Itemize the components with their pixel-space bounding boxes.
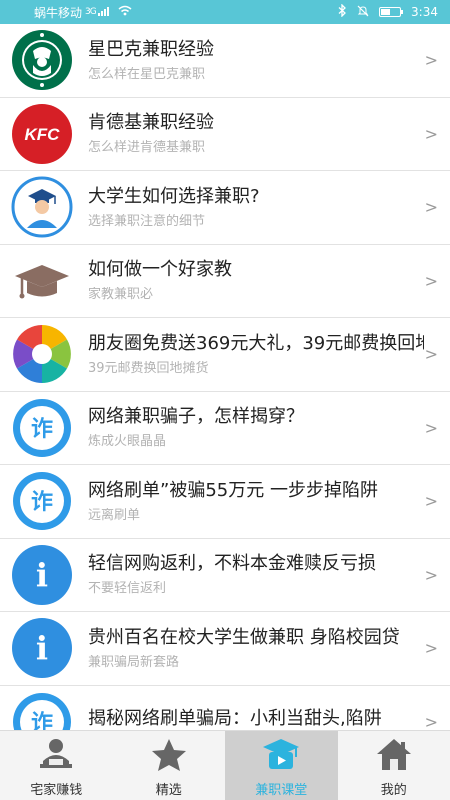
- info-badge-text: i: [36, 629, 48, 667]
- item-title: 星巴克兼职经验: [88, 38, 214, 60]
- chevron-right-icon: >: [424, 565, 438, 585]
- item-subtitle: 不要轻信返利: [88, 581, 167, 597]
- tab-label: 宅家赚钱: [30, 783, 83, 798]
- tab-featured[interactable]: 精选: [113, 731, 226, 800]
- scam-badge-text: 诈: [31, 417, 53, 442]
- chevron-right-icon: >: [424, 124, 438, 144]
- list-item[interactable]: KFC 肯德基兼职经验 怎么样进肯德基兼职 >: [0, 97, 450, 171]
- tab-label: 精选: [155, 783, 182, 798]
- mute-bell-icon: [357, 5, 369, 20]
- scam-badge-icon: 诈: [10, 396, 74, 460]
- list-item[interactable]: i 贵州百名在校大学生做兼职 身陷校园贷 兼职骗局新套路 >: [0, 612, 450, 686]
- video-class-icon: [261, 737, 301, 773]
- item-title: 如何做一个好家教: [88, 259, 232, 281]
- signal-bars-icon: [97, 5, 112, 19]
- wifi-icon: [118, 5, 132, 19]
- camera-aperture-icon: [10, 322, 74, 386]
- chevron-right-icon: >: [424, 418, 438, 438]
- list-item[interactable]: 诈 网络刷单”被骗55万元 一步步掉陷阱 远离刷单 >: [0, 465, 450, 539]
- scam-badge-text: 诈: [31, 490, 53, 515]
- chevron-right-icon: >: [424, 491, 438, 511]
- item-title: 贵州百名在校大学生做兼职 身陷校园贷: [88, 626, 400, 648]
- graduate-avatar-icon: [10, 175, 74, 239]
- tab-label: 兼职课堂: [255, 783, 308, 798]
- signal-indicator: 3G: [85, 7, 97, 17]
- list-item[interactable]: i 轻信网购返利，不料本金难赎反亏损 不要轻信返利 >: [0, 538, 450, 612]
- kfc-logo-text: KFC: [25, 125, 61, 144]
- tab-part-time-class[interactable]: 兼职课堂: [225, 731, 338, 800]
- item-subtitle: 39元邮费换回地摊货: [88, 360, 209, 376]
- tab-mine[interactable]: 我的: [338, 731, 450, 800]
- item-title: 网络兼职骗子，怎样揭穿？: [88, 406, 304, 428]
- chevron-right-icon: >: [424, 638, 438, 658]
- item-subtitle: 怎么样在星巴克兼职: [88, 66, 206, 82]
- chevron-right-icon: >: [424, 344, 438, 364]
- bottom-tab-bar: 宅家赚钱 精选 兼职课堂 我的: [0, 730, 450, 800]
- status-bar: 蜗牛移动 3G 3:34: [0, 0, 450, 24]
- list-item[interactable]: 大学生如何选择兼职? 选择兼职注意的细节 >: [0, 171, 450, 245]
- item-subtitle: 兼职骗局新套路: [88, 654, 180, 670]
- item-title: 大学生如何选择兼职?: [88, 185, 260, 207]
- info-icon: i: [10, 616, 74, 680]
- item-title: 网络刷单”被骗55万元 一步步掉陷阱: [88, 479, 378, 501]
- house-icon: [374, 737, 414, 773]
- kfc-logo-icon: KFC: [10, 102, 74, 166]
- scam-badge-text: 诈: [31, 711, 53, 730]
- chevron-right-icon: >: [424, 712, 438, 730]
- carrier-name: 蜗牛移动: [34, 5, 83, 20]
- info-icon: i: [10, 543, 74, 607]
- star-icon: [149, 737, 189, 773]
- home-worker-icon: [36, 737, 76, 773]
- battery-icon: [379, 7, 404, 17]
- item-title: 肯德基兼职经验: [88, 112, 214, 134]
- item-title: 揭秘网络刷单骗局：小利当甜头,陷阱: [88, 708, 382, 730]
- item-subtitle: 家教兼职必: [88, 287, 154, 303]
- item-subtitle: 炼成火眼晶晶: [88, 434, 167, 450]
- scam-badge-icon: 诈: [10, 690, 74, 730]
- chevron-right-icon: >: [424, 197, 438, 217]
- chevron-right-icon: >: [424, 271, 438, 291]
- starbucks-logo-icon: [10, 28, 74, 92]
- tab-home-earn[interactable]: 宅家赚钱: [0, 731, 113, 800]
- list-item[interactable]: 诈 网络兼职骗子，怎样揭穿？ 炼成火眼晶晶 >: [0, 391, 450, 465]
- list-item[interactable]: 星巴克兼职经验 怎么样在星巴克兼职 >: [0, 24, 450, 98]
- list-item[interactable]: 朋友圈免费送369元大礼，39元邮费换回地摊货 39元邮费换回地摊货 >: [0, 318, 450, 392]
- list-item[interactable]: 诈 揭秘网络刷单骗局：小利当甜头,陷阱 >: [0, 685, 450, 730]
- scam-badge-icon: 诈: [10, 469, 74, 533]
- item-title: 轻信网购返利，不料本金难赎反亏损: [88, 553, 376, 575]
- tab-label: 我的: [380, 783, 407, 798]
- info-badge-text: i: [36, 556, 48, 594]
- item-subtitle: 选择兼职注意的细节: [88, 213, 206, 229]
- article-list: 星巴克兼职经验 怎么样在星巴克兼职 > KFC 肯德基兼职经验 怎么样进肯德基兼…: [0, 24, 450, 730]
- item-title: 朋友圈免费送369元大礼，39元邮费换回地摊货: [88, 332, 424, 354]
- bluetooth-icon: [338, 3, 347, 20]
- item-subtitle: 怎么样进肯德基兼职: [88, 140, 206, 156]
- chevron-right-icon: >: [424, 50, 438, 70]
- list-item[interactable]: 如何做一个好家教 家教兼职必 >: [0, 244, 450, 318]
- item-subtitle: 远离刷单: [88, 507, 141, 523]
- clock: 3:34: [411, 5, 438, 19]
- graduation-cap-icon: [10, 249, 74, 313]
